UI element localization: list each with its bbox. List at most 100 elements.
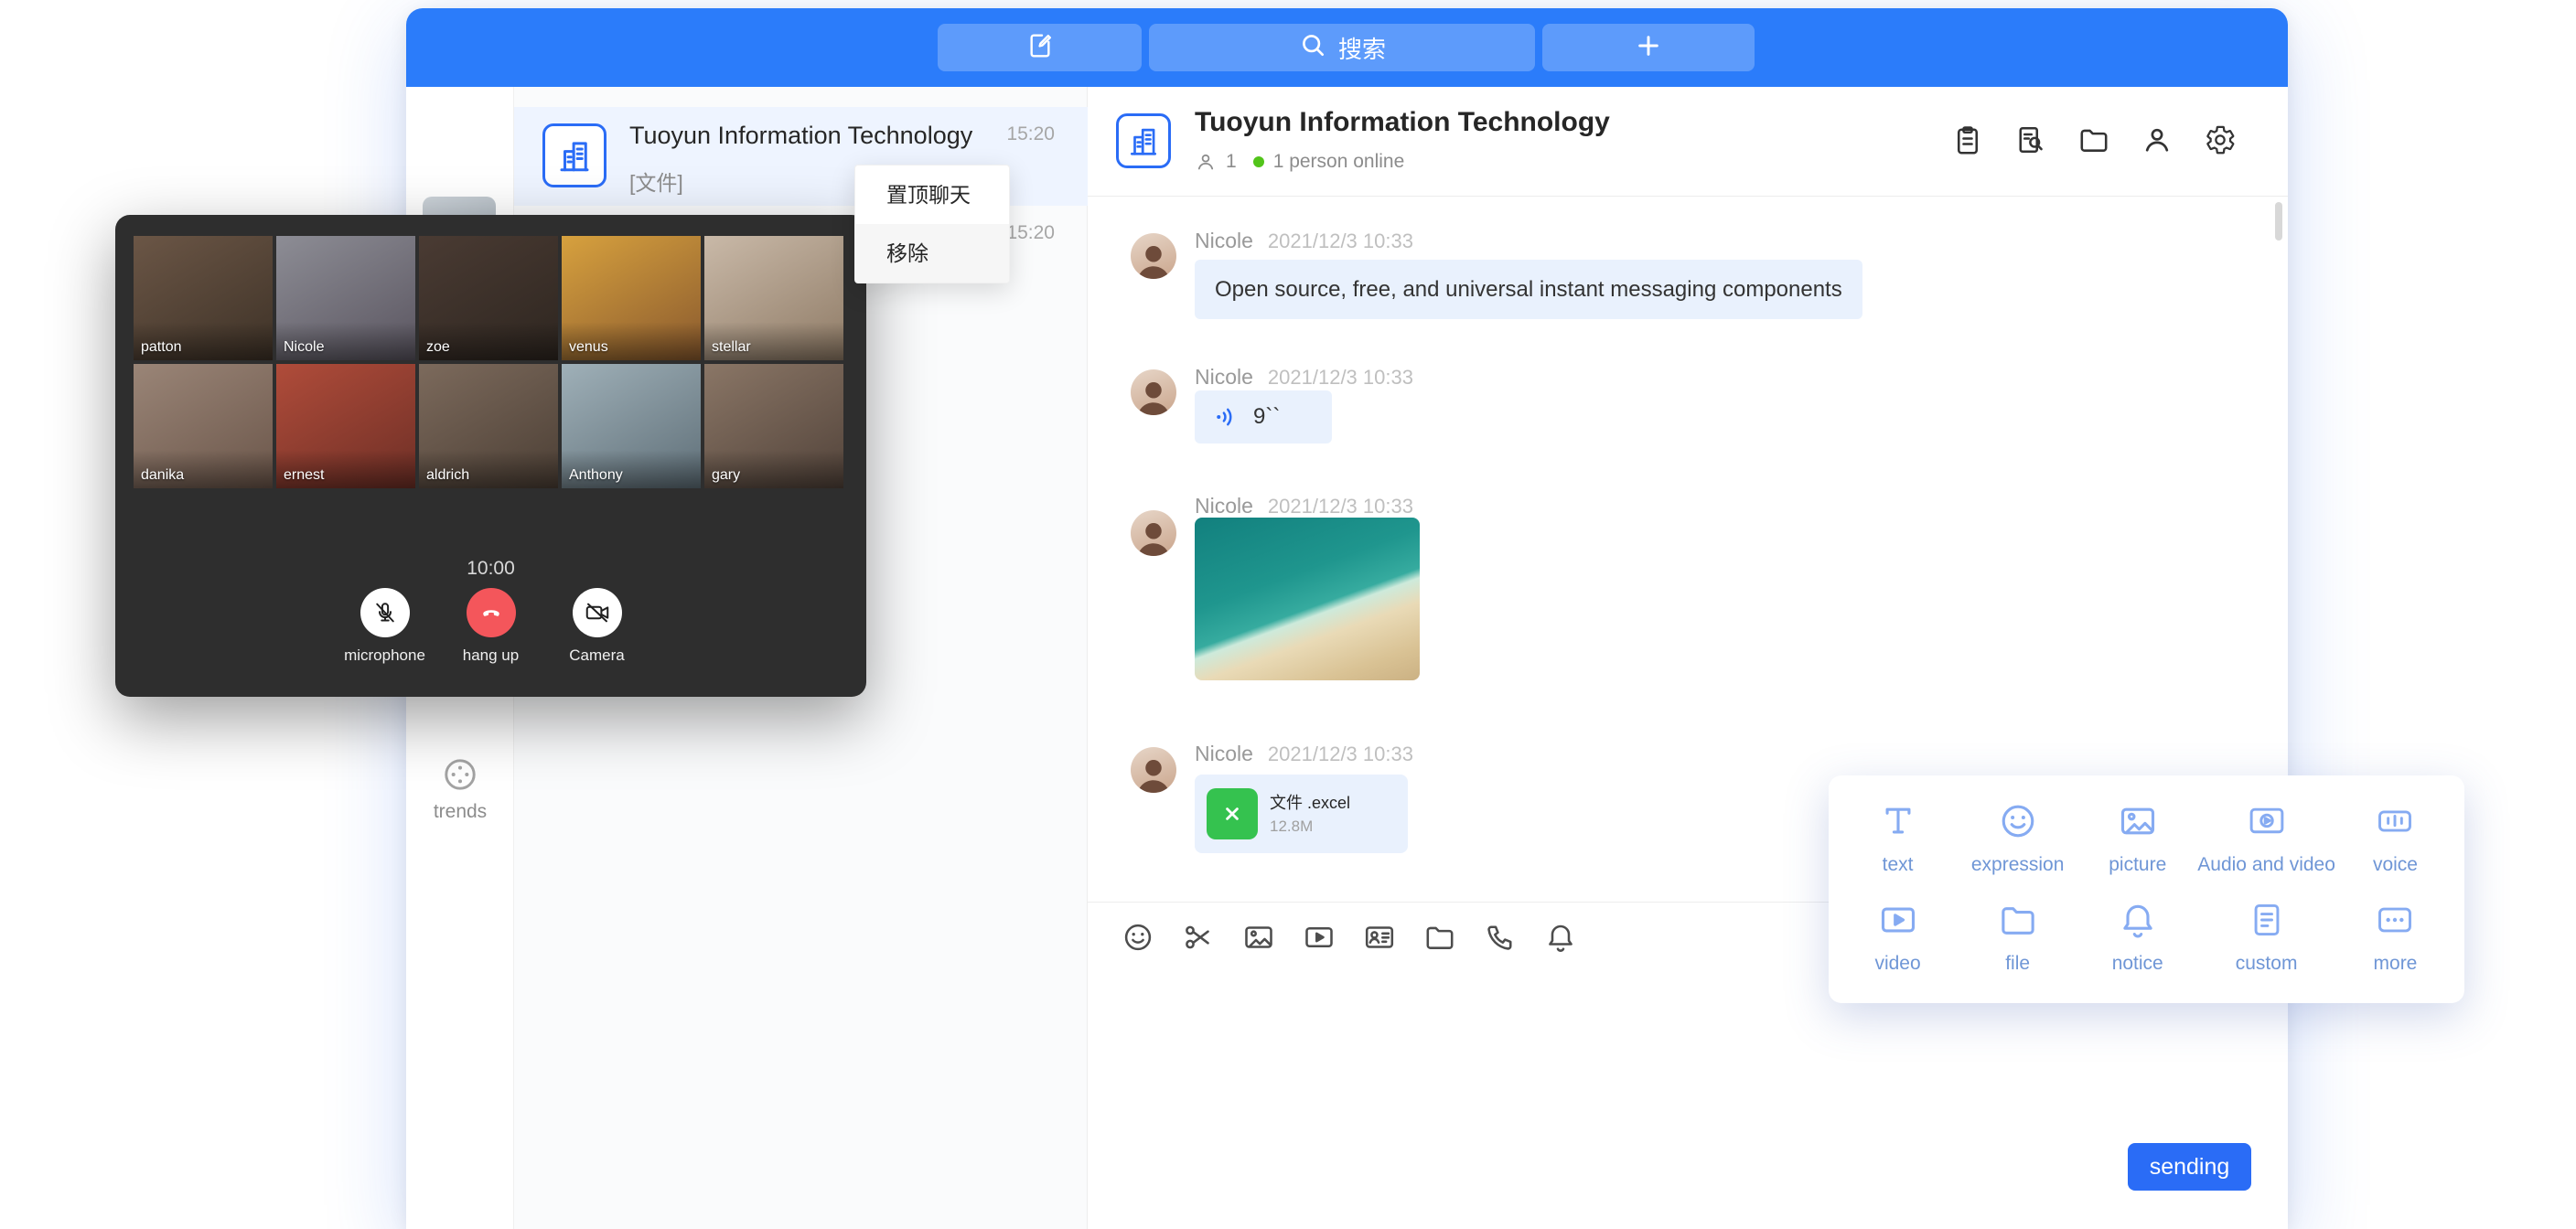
call-participant-tile: ernest — [276, 364, 415, 488]
call-participant-tile: venus — [562, 236, 701, 360]
voice-message-bubble[interactable]: 9`` — [1195, 390, 1332, 444]
menu-item-pin-chat[interactable]: 置顶聊天 — [855, 166, 1009, 224]
panel-item-video[interactable]: video — [1838, 896, 1958, 995]
scrollbar-thumb[interactable] — [2275, 202, 2282, 240]
camera-off-icon — [584, 599, 611, 626]
sender-name: Nicole — [1195, 742, 1253, 766]
participant-name: zoe — [426, 339, 450, 356]
members-icon — [1195, 151, 1217, 173]
participant-name: Nicole — [284, 339, 324, 356]
conversation-last-message: [文件] — [629, 166, 683, 197]
hang-up-button[interactable] — [467, 588, 516, 637]
message-avatar[interactable] — [1131, 510, 1176, 556]
call-participant-tile: Anthony — [562, 364, 701, 488]
trends-label: trends — [406, 801, 514, 823]
message-avatar[interactable] — [1131, 233, 1176, 279]
panel-item-label: notice — [2112, 953, 2163, 975]
voice-icon — [2371, 797, 2419, 845]
sender-name: Nicole — [1195, 494, 1253, 518]
menu-item-remove[interactable]: 移除 — [855, 224, 1009, 283]
online-dot — [1253, 156, 1264, 167]
video-icon[interactable] — [1303, 921, 1336, 954]
message-header: Nicole 2021/12/3 10:33 — [1195, 494, 1413, 518]
text-message-bubble[interactable]: Open source, free, and universal instant… — [1195, 260, 1862, 319]
conversation-time: 15:20 — [1006, 222, 1055, 244]
notes-button[interactable] — [938, 24, 1142, 71]
panel-item-label: custom — [2236, 953, 2298, 975]
contact-card-icon[interactable] — [1363, 921, 1396, 954]
emoji-icon[interactable] — [1122, 921, 1154, 954]
participant-name: Anthony — [569, 467, 623, 484]
chat-header-tools — [1951, 123, 2237, 156]
audio-video-icon — [2243, 797, 2291, 845]
file-name: 文件 .excel — [1270, 790, 1350, 814]
rail-item-trends[interactable]: trends — [406, 754, 514, 823]
camera-toggle-button[interactable] — [573, 588, 622, 637]
panel-item-text[interactable]: text — [1838, 797, 1958, 896]
panel-item-file[interactable]: file — [1958, 896, 2077, 995]
panel-item-more[interactable]: more — [2335, 896, 2455, 995]
panel-item-label: file — [2005, 953, 2030, 975]
group-members-icon[interactable] — [2141, 123, 2174, 156]
mute-microphone-button[interactable] — [360, 588, 410, 637]
image-message[interactable] — [1195, 518, 1420, 680]
participant-grid: patton Nicole zoe venus stellar danika e… — [134, 236, 843, 488]
call-participant-tile: patton — [134, 236, 273, 360]
panel-item-label: picture — [2109, 854, 2166, 876]
panel-item-expression[interactable]: expression — [1958, 797, 2077, 896]
group-files-icon[interactable] — [2077, 123, 2110, 156]
search-input[interactable]: 搜索 — [1149, 24, 1535, 71]
screen: 搜索 trends Tuoyun Information Technology — [0, 0, 2576, 1229]
call-participant-tile: stellar — [704, 236, 843, 360]
chat-header: Tuoyun Information Technology 1 1 person… — [1088, 87, 2288, 197]
panel-item-label: video — [1874, 953, 1920, 975]
call-timer: 10:00 — [115, 558, 866, 580]
panel-item-label: text — [1883, 854, 1914, 876]
picture-icon — [2114, 797, 2162, 845]
message-text: Open source, free, and universal instant… — [1215, 277, 1842, 302]
call-icon[interactable] — [1484, 921, 1517, 954]
send-button[interactable]: sending — [2128, 1143, 2251, 1191]
panel-item-custom[interactable]: custom — [2197, 896, 2335, 995]
microphone-off-icon — [371, 599, 399, 626]
plus-icon — [1634, 31, 1663, 65]
settings-icon[interactable] — [2204, 123, 2237, 156]
participant-name: ernest — [284, 467, 324, 484]
panel-item-audio-video[interactable]: Audio and video — [2197, 797, 2335, 896]
panel-item-label: voice — [2373, 854, 2418, 876]
participant-name: patton — [141, 339, 181, 356]
announcement-icon[interactable] — [1951, 123, 1984, 156]
conversation-title: Tuoyun Information Technology — [629, 122, 972, 150]
notice-icon[interactable] — [1544, 921, 1577, 954]
custom-icon — [2243, 896, 2291, 944]
sender-name: Nicole — [1195, 365, 1253, 390]
trends-icon — [440, 754, 480, 795]
screenshot-icon[interactable] — [1182, 921, 1215, 954]
message-time: 2021/12/3 10:33 — [1268, 230, 1413, 253]
chat-subtitle: 1 1 person online — [1195, 151, 1404, 173]
message-avatar[interactable] — [1131, 747, 1176, 793]
excel-file-icon — [1207, 788, 1258, 839]
camera-control: Camera — [544, 588, 650, 665]
search-history-icon[interactable] — [2014, 123, 2047, 156]
call-participant-tile: zoe — [419, 236, 558, 360]
file-message-bubble[interactable]: 文件 .excel 12.8M — [1195, 775, 1408, 853]
call-controls: microphone hang up Camera — [115, 588, 866, 665]
panel-item-voice[interactable]: voice — [2335, 797, 2455, 896]
panel-item-label: more — [2374, 953, 2418, 975]
picture-icon[interactable] — [1242, 921, 1275, 954]
panel-item-notice[interactable]: notice — [2077, 896, 2197, 995]
doc-edit-icon — [1025, 31, 1055, 65]
video-icon — [1874, 896, 1922, 944]
file-icon[interactable] — [1423, 921, 1456, 954]
member-count: 1 — [1226, 151, 1237, 173]
hangup-label: hang up — [463, 647, 519, 665]
voice-duration: 9`` — [1253, 404, 1280, 430]
search-label: 搜索 — [1338, 31, 1386, 65]
online-status: 1 person online — [1273, 151, 1405, 173]
participant-name: venus — [569, 339, 608, 356]
add-button[interactable] — [1542, 24, 1755, 71]
message-avatar[interactable] — [1131, 369, 1176, 415]
panel-item-picture[interactable]: picture — [2077, 797, 2197, 896]
call-participant-tile: Nicole — [276, 236, 415, 360]
